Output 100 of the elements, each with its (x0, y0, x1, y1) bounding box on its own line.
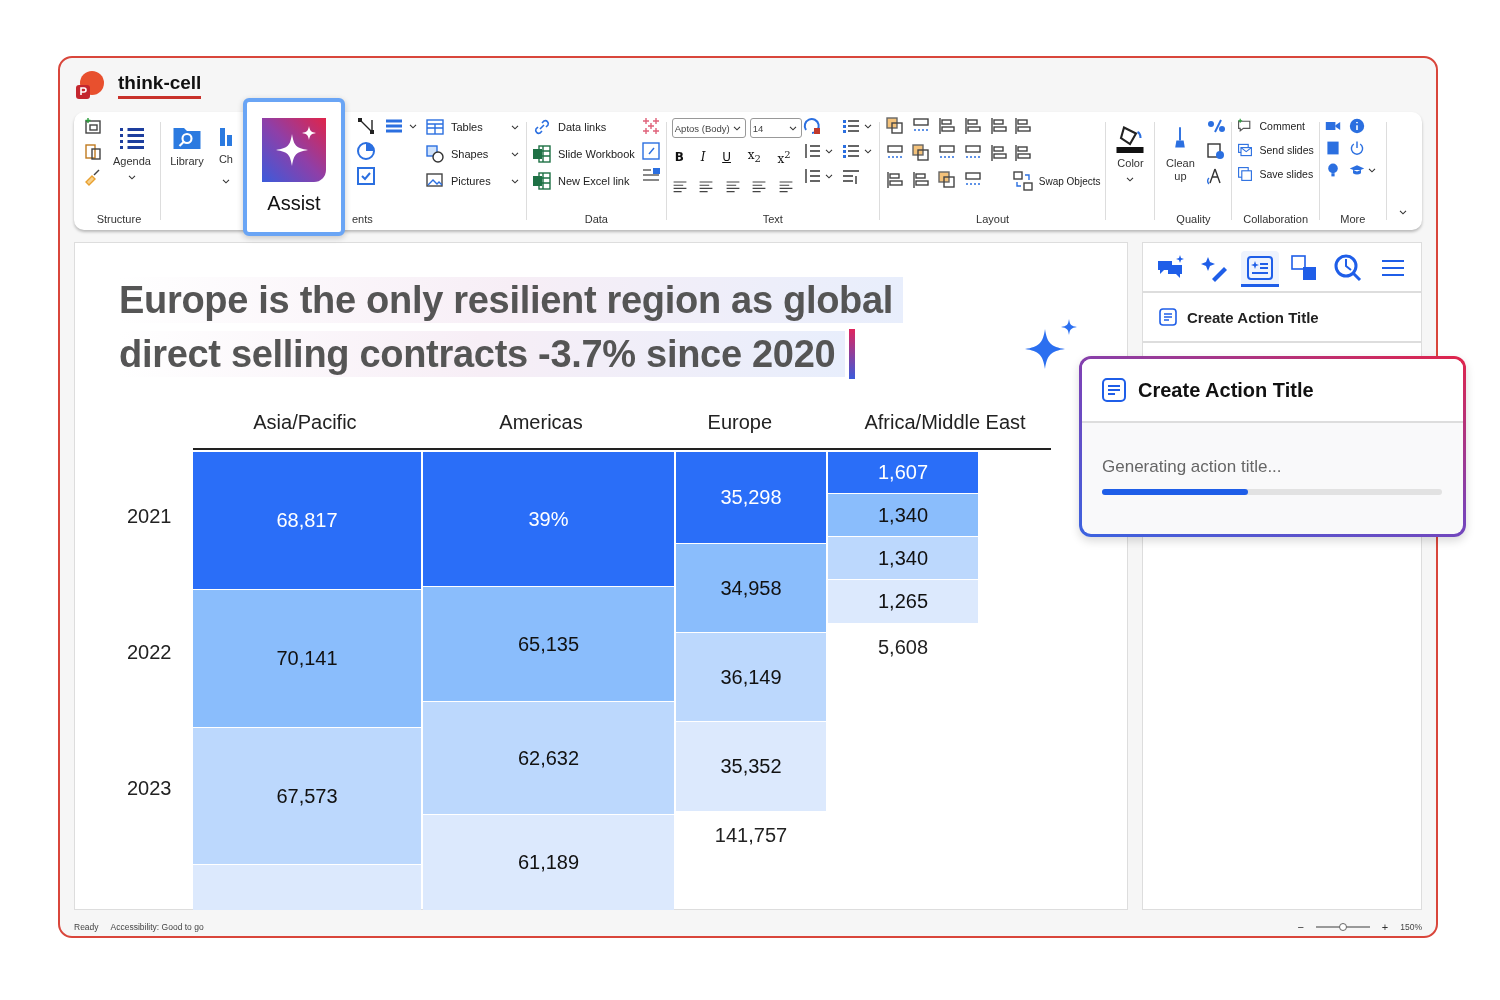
group-label: Structure (95, 212, 143, 227)
align-icon[interactable] (698, 178, 715, 194)
chart-segment: 67,573 (193, 728, 421, 864)
group-label: ents (350, 212, 374, 227)
popup-title: Create Action Title (1138, 378, 1314, 402)
swap-objects-button[interactable]: Swap Objects (1012, 170, 1101, 192)
bar-chart-icon (219, 128, 232, 146)
format-button[interactable]: I (697, 150, 709, 164)
group-label: Collaboration (1242, 212, 1310, 227)
spreadsheet-icon (531, 144, 552, 164)
insert-menu[interactable]: Tables (424, 116, 521, 138)
group-label: Data (583, 212, 609, 227)
progress-status: Generating action title... (1102, 457, 1283, 477)
align-icon[interactable] (988, 143, 1009, 163)
swap-icon (1012, 171, 1033, 191)
chart-segment: 1,607 (828, 452, 978, 493)
clean-up-button[interactable]: Clean up (1160, 116, 1201, 183)
chart-segment: 68,817 (193, 452, 421, 589)
zoom-in-button[interactable]: + (1381, 921, 1389, 933)
accessibility-status[interactable]: Accessibility: Good to go (110, 922, 204, 932)
chart-button[interactable]: Ch (213, 116, 238, 191)
data-link-button[interactable]: Slide Workbook (531, 143, 635, 165)
group-label: Quality (1175, 212, 1212, 227)
chart-segment: 65,135 (423, 587, 674, 701)
align-icon[interactable] (671, 178, 688, 194)
group-label: Layout (975, 212, 1011, 227)
align-icon[interactable] (884, 170, 905, 190)
status-text: Ready (74, 922, 99, 932)
align-icon[interactable] (751, 178, 768, 194)
arrange-icon[interactable] (910, 143, 931, 163)
insert-menu[interactable]: Shapes (424, 143, 521, 165)
title-icon[interactable] (1240, 251, 1279, 287)
insert-menu[interactable]: Pictures (424, 170, 521, 192)
group-label: More (1339, 212, 1367, 227)
chart-segment: 1,265 (828, 580, 978, 623)
chart-segment: 34,958 (676, 544, 826, 632)
align-icon[interactable] (1012, 143, 1033, 163)
chart-segment: 35,352 (676, 722, 826, 811)
align-icon[interactable] (988, 116, 1009, 136)
action-title-item[interactable]: Create Action Title (1143, 293, 1421, 343)
mail-icon (1237, 141, 1254, 158)
spreadsheet-icon (531, 171, 552, 191)
chart-segment: 70,141 (193, 590, 421, 727)
align-icon[interactable] (910, 170, 931, 190)
column-header: Africa/Middle East (863, 411, 1027, 434)
chart-segment: 36,149 (676, 633, 826, 721)
chart-segment: 1,340 (828, 537, 978, 579)
zoom-level[interactable]: 150% (1400, 922, 1422, 932)
row-label: 2022 (126, 640, 173, 664)
collaboration-button[interactable]: Comment (1237, 116, 1305, 135)
align-icon[interactable] (724, 178, 741, 194)
collaboration-button[interactable]: Send slides (1237, 140, 1314, 159)
slide-title: Europe is the only resilient region as global (119, 277, 904, 323)
row-label: 2023 (126, 776, 173, 800)
paste-icon[interactable] (83, 141, 103, 161)
align-icon[interactable] (936, 116, 957, 136)
column-total: 141,757 (713, 823, 789, 847)
pie-icon[interactable] (355, 141, 376, 161)
column-header: Asia/Pacific (252, 411, 358, 434)
data-link-button[interactable]: Data links (531, 116, 610, 138)
zoom-slider-thumb[interactable] (1338, 923, 1347, 931)
align-icon[interactable] (777, 178, 794, 194)
zoom-out-button[interactable]: − (1297, 921, 1304, 933)
color-button[interactable]: Color (1111, 116, 1150, 185)
title-icon (1102, 378, 1126, 402)
library-button[interactable]: Library (165, 116, 208, 168)
chart-segment: 61,189 (423, 815, 674, 910)
size-dropdown[interactable]: 14 (749, 118, 802, 138)
align-icon[interactable] (962, 116, 983, 136)
agenda-button[interactable]: Agenda (109, 116, 155, 183)
data-link-button[interactable]: New Excel link (531, 170, 630, 192)
checkbox-icon[interactable] (355, 166, 376, 186)
column-total: 5,608 (876, 635, 930, 659)
title-icon (1159, 308, 1177, 326)
slide-icon[interactable] (83, 116, 103, 136)
row-label: 2021 (126, 504, 173, 528)
group-label: Text (761, 212, 784, 227)
connector-icon[interactable] (355, 116, 376, 136)
app-logo-icon (74, 69, 106, 101)
format-button[interactable]: U (719, 150, 734, 164)
column-header: Europe (706, 411, 774, 434)
table-icon (424, 117, 445, 137)
app-tab[interactable]: think-cell (118, 71, 202, 99)
format-button[interactable]: x$_{2}$ (744, 147, 764, 167)
arrange-icon[interactable] (884, 116, 905, 136)
sparkle-icon (262, 118, 326, 182)
align-icon[interactable] (1012, 116, 1033, 136)
chart-segment: 62,632 (423, 702, 674, 814)
slide-title: direct selling contracts -3.7% since 2020 (119, 331, 846, 377)
arrange-icon[interactable] (936, 170, 957, 190)
chart-segment: 1,340 (828, 494, 978, 536)
format-button[interactable]: x$^{2}$ (774, 148, 794, 166)
collaboration-button[interactable]: Save slides (1237, 164, 1314, 183)
assist-button[interactable]: Assist (243, 98, 345, 236)
save-icon (1237, 165, 1254, 182)
font-dropdown[interactable]: Aptos (Body) (671, 118, 746, 138)
column-header: Americas (498, 411, 584, 434)
refresh-icon[interactable] (801, 116, 822, 136)
format-button[interactable]: B (671, 150, 687, 164)
text-cursor (849, 329, 856, 379)
